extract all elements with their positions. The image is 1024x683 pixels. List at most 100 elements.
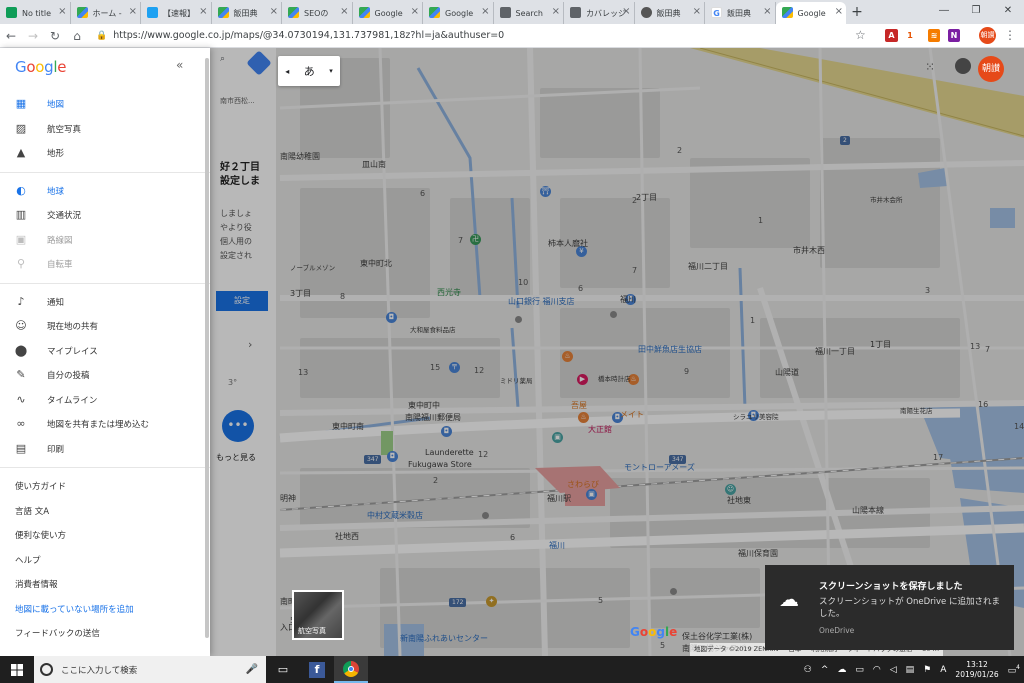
browser-tab[interactable]: No title × xyxy=(0,2,71,24)
new-tab-button[interactable]: + xyxy=(846,2,868,24)
sidebar-item-label: 地図 xyxy=(47,100,65,111)
reload-icon[interactable]: ↻ xyxy=(44,25,66,47)
sidebar-item-label: 通知 xyxy=(47,297,65,308)
close-tab-icon[interactable]: × xyxy=(693,6,701,17)
sidebar-item[interactable]: ▦ 地図 xyxy=(0,92,210,117)
collapse-sidebar-icon[interactable]: « xyxy=(176,58,183,72)
browser-tab[interactable]: Google × xyxy=(353,2,423,24)
facebook-app-icon[interactable]: f xyxy=(300,656,334,683)
dropdown-icon[interactable]: ▾ xyxy=(329,67,333,75)
map-input-mode[interactable]: ◂ あ ▾ xyxy=(278,56,340,86)
keyboard-icon[interactable]: ▤ xyxy=(906,665,915,675)
browser-menu-icon[interactable]: ⋮ xyxy=(1004,28,1016,42)
battery-icon[interactable]: ▭ xyxy=(855,665,864,675)
close-tab-icon[interactable]: × xyxy=(199,6,207,17)
system-clock[interactable]: 13:12 2019/01/26 xyxy=(955,660,998,680)
bookmark-star-icon[interactable]: ☆ xyxy=(855,28,866,42)
sidebar-item[interactable]: ∞ 地図を共有または埋め込む xyxy=(0,412,210,437)
browser-tab[interactable]: 【速報】 × xyxy=(141,2,212,24)
browser-tab[interactable]: SEOの × xyxy=(282,2,353,24)
onenote-extension-icon[interactable]: N xyxy=(948,29,960,42)
close-tab-icon[interactable]: × xyxy=(340,6,348,17)
close-tab-icon[interactable]: × xyxy=(552,6,560,17)
browser-tab[interactable]: Search × xyxy=(494,2,564,24)
input-mode-text: あ xyxy=(303,65,315,78)
edit-icon: ✎ xyxy=(16,368,26,381)
close-tab-icon[interactable]: × xyxy=(622,6,630,17)
browser-tab[interactable]: G 飯田典 × xyxy=(705,2,776,24)
sidebar-item[interactable]: ▲ 地形 xyxy=(0,141,210,166)
browser-profile-avatar[interactable]: 朝讃 xyxy=(979,27,996,44)
sidebar-link[interactable]: ヘルプ xyxy=(0,548,210,573)
close-tab-icon[interactable]: × xyxy=(763,6,771,17)
account-avatar[interactable]: 朝讃 xyxy=(978,56,1004,82)
chrome-app-icon[interactable] xyxy=(334,656,368,683)
sidebar-link[interactable]: 言語 文A xyxy=(0,499,210,524)
sidebar-item[interactable]: ▣ 路線図 xyxy=(0,228,210,253)
close-tab-icon[interactable]: × xyxy=(58,6,66,17)
sidebar-item[interactable]: ☺ 現在地の共有 xyxy=(0,314,210,339)
close-tab-icon[interactable]: × xyxy=(481,6,489,17)
notifications-icon[interactable] xyxy=(955,58,971,74)
link-icon: ∞ xyxy=(16,417,26,430)
home-icon[interactable]: ⌂ xyxy=(66,25,88,47)
address-bar[interactable]: 🔒 https://www.google.co.jp/maps/@34.0730… xyxy=(96,26,856,46)
onedrive-toast[interactable]: ☁ スクリーンショットを保存しました スクリーンショットが OneDrive に… xyxy=(765,565,1014,650)
browser-tab[interactable]: ホーム - × xyxy=(71,2,141,24)
sidebar-item[interactable]: ◐ 地球 xyxy=(0,179,210,204)
tab-title: Google xyxy=(374,8,403,18)
security-icon[interactable]: ⚑ xyxy=(923,665,931,675)
sidebar-item[interactable]: ▥ 交通状況 xyxy=(0,203,210,228)
back-icon[interactable]: ← xyxy=(0,25,22,47)
sidebar-link[interactable]: 便利な使い方 xyxy=(0,523,210,548)
close-tab-icon[interactable]: × xyxy=(270,6,278,17)
action-center-icon[interactable]: ▭4 xyxy=(1008,664,1020,676)
sidebar-link[interactable]: 使い方ガイド xyxy=(0,474,210,499)
sidebar-link[interactable]: 消費者情報 xyxy=(0,572,210,597)
onedrive-tray-icon[interactable]: ☁ xyxy=(837,665,846,675)
maximize-icon[interactable]: ❐ xyxy=(960,0,992,22)
start-button[interactable] xyxy=(0,656,34,683)
close-window-icon[interactable]: ✕ xyxy=(992,0,1024,22)
extension-abp-icon[interactable]: A xyxy=(885,29,898,42)
browser-tab[interactable]: 飯田典 × xyxy=(635,2,705,24)
forward-icon[interactable]: → xyxy=(22,25,44,47)
volume-icon[interactable]: ◁ xyxy=(890,665,897,675)
show-hidden-icons[interactable]: ^ xyxy=(821,665,829,675)
sidebar-item[interactable]: ∿ タイムライン xyxy=(0,388,210,413)
satellite-icon: ▨ xyxy=(15,121,27,135)
apps-grid-icon[interactable]: ⁙ xyxy=(925,60,935,74)
microphone-icon[interactable]: 🎤 xyxy=(246,664,258,675)
sidebar-link[interactable]: 地図に載っていない場所を追加 xyxy=(0,597,210,622)
sidebar-item[interactable]: ▤ 印刷 xyxy=(0,437,210,462)
close-tab-icon[interactable]: × xyxy=(129,6,137,17)
satellite-toggle[interactable]: 航空写真 xyxy=(292,590,344,640)
tab-favicon-icon xyxy=(499,7,511,18)
sidebar-item[interactable]: ▨ 航空写真 xyxy=(0,117,210,142)
sidebar-item[interactable]: ⚲ 自転車 xyxy=(0,252,210,277)
browser-tab[interactable]: 飯田典 × xyxy=(212,2,282,24)
extension-badge[interactable]: 1 xyxy=(905,29,915,42)
sidebar-item-label: 現在地の共有 xyxy=(47,322,99,333)
taskbar-search[interactable]: ここに入力して検索 🎤 xyxy=(34,656,266,683)
satellite-toggle-label: 航空写真 xyxy=(298,627,326,635)
sidebar-link[interactable]: フィードバックの送信 xyxy=(0,621,210,646)
browser-tab[interactable]: Google × xyxy=(775,2,846,24)
browser-tab[interactable]: Google × xyxy=(423,2,494,24)
people-icon[interactable]: ⚇ xyxy=(804,665,812,675)
browser-tab[interactable]: カバレッジ × xyxy=(564,2,635,24)
chevron-left-icon[interactable]: ◂ xyxy=(285,67,289,76)
ime-icon[interactable]: A xyxy=(940,665,946,675)
rss-extension-icon[interactable]: ≋ xyxy=(928,29,940,42)
close-tab-icon[interactable]: × xyxy=(411,6,419,17)
close-tab-icon[interactable]: × xyxy=(835,6,843,17)
sidebar-item[interactable]: ✎ 自分の投稿 xyxy=(0,363,210,388)
sidebar-scrollbar[interactable] xyxy=(205,58,209,638)
task-view-icon[interactable]: ▭ xyxy=(266,656,300,683)
wifi-icon[interactable]: ◠ xyxy=(873,665,881,675)
minimize-icon[interactable]: ― xyxy=(928,0,960,22)
sidebar-item-label: 航空写真 xyxy=(47,124,82,135)
sidebar-item[interactable]: ♪ 通知 xyxy=(0,290,210,315)
lock-icon: 🔒 xyxy=(96,30,108,41)
sidebar-item[interactable]: ⬤ マイプレイス xyxy=(0,339,210,364)
